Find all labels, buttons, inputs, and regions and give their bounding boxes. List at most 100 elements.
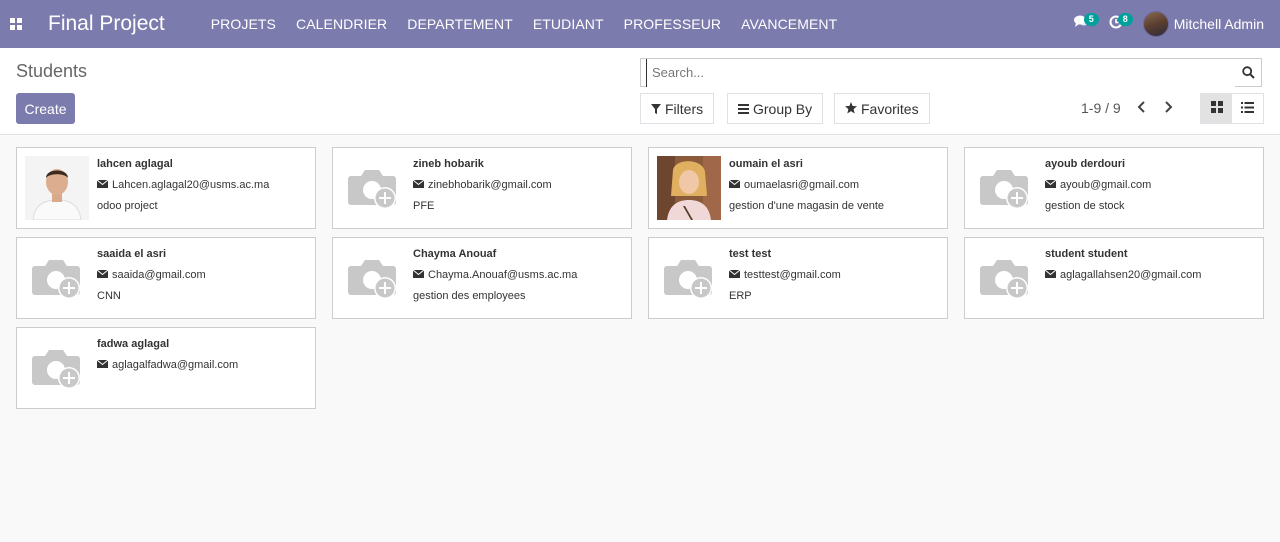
envelope-icon bbox=[1044, 269, 1060, 281]
pager-next-button[interactable] bbox=[1157, 97, 1181, 121]
breadcrumb: Students bbox=[16, 61, 88, 81]
systray: 5 8 Mitchell Admin bbox=[1065, 0, 1264, 48]
student-email-text: saaida@gmail.com bbox=[112, 269, 206, 281]
menu-item-avancement[interactable]: AVANCEMENT bbox=[741, 16, 837, 32]
student-email: Lahcen.aglagal20@usms.ac.ma bbox=[96, 179, 270, 191]
apps-menu-icon[interactable] bbox=[0, 0, 32, 48]
kanban-icon bbox=[1210, 100, 1223, 118]
student-email-text: Lahcen.aglagal20@usms.ac.ma bbox=[112, 179, 270, 191]
student-project: gestion des employees bbox=[413, 290, 526, 302]
student-email: Chayma.Anouaf@usms.ac.ma bbox=[412, 269, 578, 281]
main-menu: PROJETS CALENDRIER DEPARTEMENT ETUDIANT … bbox=[211, 0, 858, 48]
student-project: ERP bbox=[729, 290, 752, 302]
favorites-button[interactable]: Favorites bbox=[834, 93, 930, 124]
student-name: ayoub derdouri bbox=[1045, 158, 1126, 170]
student-project: gestion de stock bbox=[1045, 200, 1125, 212]
search-input[interactable] bbox=[646, 58, 1235, 87]
messages-count-badge: 5 bbox=[1083, 13, 1099, 26]
student-card[interactable]: Chayma Anouaf Chayma.Anouaf@usms.ac.ma g… bbox=[332, 237, 632, 319]
menu-item-professeur[interactable]: PROFESSEUR bbox=[624, 16, 721, 32]
student-card[interactable]: fadwa aglagal aglagalfadwa@gmail.com bbox=[16, 327, 316, 409]
filters-button[interactable]: Filters bbox=[640, 93, 715, 124]
favorites-label: Favorites bbox=[861, 100, 919, 117]
student-email-text: testtest@gmail.com bbox=[744, 269, 841, 281]
list-icon bbox=[1241, 100, 1254, 118]
search-icon[interactable] bbox=[1235, 59, 1261, 86]
student-card[interactable]: saaida el asri saaida@gmail.com CNN bbox=[16, 237, 316, 319]
kanban-view-button[interactable] bbox=[1201, 94, 1232, 123]
student-name: test test bbox=[729, 248, 772, 260]
camera-placeholder-icon bbox=[973, 156, 1037, 220]
student-email-text: ayoub@gmail.com bbox=[1060, 179, 1152, 191]
student-email-text: aglagalfadwa@gmail.com bbox=[112, 359, 239, 371]
menu-item-departement[interactable]: DEPARTEMENT bbox=[407, 16, 513, 32]
envelope-icon bbox=[1044, 179, 1060, 191]
camera-placeholder-icon bbox=[657, 246, 721, 310]
student-project: gestion d'une magasin de vente bbox=[729, 200, 884, 212]
user-avatar[interactable] bbox=[1142, 11, 1169, 37]
top-navbar: Final Project PROJETS CALENDRIER DEPARTE… bbox=[0, 0, 1280, 48]
camera-placeholder-icon bbox=[25, 336, 89, 400]
student-email: aglagallahsen20@gmail.com bbox=[1044, 269, 1202, 281]
student-email-text: aglagallahsen20@gmail.com bbox=[1060, 269, 1202, 281]
student-name: lahcen aglagal bbox=[97, 158, 173, 170]
star-icon bbox=[845, 101, 861, 117]
chevron-left-icon bbox=[1137, 100, 1145, 118]
student-card[interactable]: ayoub derdouri ayoub@gmail.com gestion d… bbox=[964, 147, 1264, 229]
envelope-icon bbox=[728, 179, 744, 191]
envelope-icon bbox=[96, 269, 112, 281]
student-email: testtest@gmail.com bbox=[728, 269, 841, 281]
student-project: odoo project bbox=[97, 200, 158, 212]
student-photo bbox=[657, 156, 721, 220]
list-view-button[interactable] bbox=[1232, 94, 1263, 123]
pager-previous-button[interactable] bbox=[1129, 97, 1153, 121]
messages-button[interactable]: 5 bbox=[1065, 0, 1099, 48]
student-card[interactable]: student student aglagallahsen20@gmail.co… bbox=[964, 237, 1264, 319]
student-name: Chayma Anouaf bbox=[413, 248, 497, 260]
envelope-icon bbox=[412, 179, 428, 191]
envelope-icon bbox=[412, 269, 428, 281]
envelope-icon bbox=[728, 269, 744, 281]
student-project: CNN bbox=[97, 290, 121, 302]
menu-item-etudiant[interactable]: ETUDIANT bbox=[533, 16, 604, 32]
student-email: aglagalfadwa@gmail.com bbox=[96, 359, 239, 371]
student-email-text: oumaelasri@gmail.com bbox=[744, 179, 860, 191]
app-title[interactable]: Final Project bbox=[48, 12, 165, 36]
bars-icon bbox=[738, 101, 753, 117]
control-panel: Students Create Filters Group By Favorit… bbox=[0, 48, 1280, 135]
student-email: oumaelasri@gmail.com bbox=[728, 179, 860, 191]
menu-item-projets[interactable]: PROJETS bbox=[211, 16, 276, 32]
group-by-button[interactable]: Group By bbox=[727, 93, 824, 124]
student-card[interactable]: lahcen aglagal Lahcen.aglagal20@usms.ac.… bbox=[16, 147, 316, 229]
envelope-icon bbox=[96, 359, 112, 371]
user-name[interactable]: Mitchell Admin bbox=[1174, 16, 1264, 32]
student-name: student student bbox=[1045, 248, 1128, 260]
menu-item-calendrier[interactable]: CALENDRIER bbox=[296, 16, 387, 32]
view-switcher bbox=[1200, 93, 1264, 124]
activities-button[interactable]: 8 bbox=[1099, 0, 1133, 48]
student-card[interactable]: oumain el asri oumaelasri@gmail.com gest… bbox=[648, 147, 948, 229]
create-button[interactable]: Create bbox=[16, 93, 75, 124]
activities-count-badge: 8 bbox=[1117, 13, 1133, 26]
student-email: ayoub@gmail.com bbox=[1044, 179, 1152, 191]
student-email-text: Chayma.Anouaf@usms.ac.ma bbox=[428, 269, 578, 281]
camera-placeholder-icon bbox=[341, 246, 405, 310]
student-project: PFE bbox=[413, 200, 435, 212]
group-by-label: Group By bbox=[753, 100, 813, 117]
student-name: fadwa aglagal bbox=[97, 338, 170, 350]
student-card[interactable]: zineb hobarik zinebhobarik@gmail.com PFE bbox=[332, 147, 632, 229]
filters-label: Filters bbox=[665, 100, 704, 117]
student-email: saaida@gmail.com bbox=[96, 269, 206, 281]
filter-icon bbox=[651, 101, 665, 117]
search-bar bbox=[640, 58, 1262, 87]
camera-placeholder-icon bbox=[973, 246, 1037, 310]
student-card[interactable]: test test testtest@gmail.com ERP bbox=[648, 237, 948, 319]
student-email: zinebhobarik@gmail.com bbox=[412, 179, 552, 191]
student-name: zineb hobarik bbox=[413, 158, 484, 170]
chevron-right-icon bbox=[1165, 100, 1173, 118]
camera-placeholder-icon bbox=[25, 246, 89, 310]
envelope-icon bbox=[96, 179, 112, 191]
camera-placeholder-icon bbox=[341, 156, 405, 220]
student-email-text: zinebhobarik@gmail.com bbox=[428, 179, 552, 191]
pager-value[interactable]: 1-9 / 9 bbox=[1081, 100, 1121, 116]
